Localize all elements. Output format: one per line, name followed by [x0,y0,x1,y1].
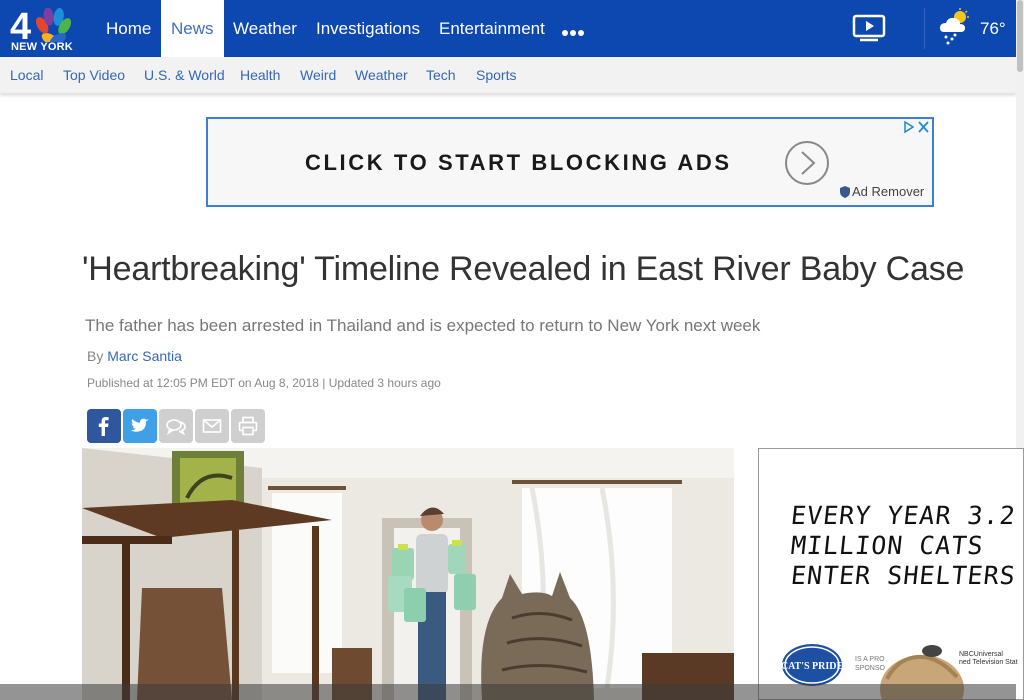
nav-divider [924,8,925,49]
nav-weather[interactable]: Weather [223,0,307,57]
ellipsis-icon[interactable] [562,23,586,36]
subnav-us-world[interactable]: U.S. & World [144,67,225,83]
share-email-button[interactable] [195,409,229,443]
weather-temp: 76° [980,19,1006,38]
side-ad[interactable]: EVERY YEAR 3.2 MILLION CATS ENTER SHELTE… [758,448,1024,700]
subnav-top-video[interactable]: Top Video [63,67,125,83]
subnav-health[interactable]: Health [240,67,280,83]
share-comments-button[interactable] [159,409,193,443]
shield-icon [840,186,850,198]
article-headline: 'Heartbreaking' Timeline Revealed in Eas… [82,250,965,288]
byline-prefix: By [87,348,104,364]
article-byline: By Marc Santia [87,348,182,364]
article-hero-image[interactable] [82,448,734,700]
published-timestamp: Published at 12:05 PM EDT on Aug 8, 2018… [87,376,441,390]
video-play-icon[interactable] [852,14,888,44]
article-subheadline: The father has been arrested in Thailand… [85,316,761,335]
nav-entertainment[interactable]: Entertainment [429,0,555,57]
nbcu-text: NBCUniversal ned Television Stat [959,651,1018,666]
share-facebook-button[interactable] [87,409,121,443]
facebook-icon [98,417,109,436]
author-link[interactable]: Marc Santia [107,348,182,364]
svg-text:CAT'S PRIDE: CAT'S PRIDE [781,661,843,672]
logo-text: NEW YORK [11,41,73,53]
nav-news[interactable]: News [161,0,224,57]
bottom-overlay-bar [0,684,1016,700]
top-nav: 4 NEW YORK Home News Weather Investigati… [0,0,1016,57]
subnav-weird[interactable]: Weird [300,67,336,83]
share-print-button[interactable] [231,409,265,443]
side-ad-line-2: MILLION CATS [789,531,986,560]
comments-icon [166,419,186,436]
side-ad-line-1: EVERY YEAR 3.2 [789,501,1018,530]
side-ad-line-3: ENTER SHELTERS [789,561,1018,590]
cats-pride-logo: CAT'S PRIDE [781,643,843,687]
nbc-new-york-logo[interactable]: 4 NEW YORK [0,0,92,57]
circle-arrow-right-icon[interactable] [784,140,830,186]
cloud-sun-snow-icon [940,8,969,45]
ad-banner-text: CLICK TO START BLOCKING ADS [305,150,732,175]
share-twitter-button[interactable] [123,409,157,443]
twitter-icon [130,418,149,432]
scrollbar-thumb[interactable] [1017,0,1023,72]
nav-investigations[interactable]: Investigations [306,0,430,57]
subnav-tech[interactable]: Tech [426,67,456,83]
adchoices-icon[interactable] [902,120,930,134]
svg-text:4: 4 [10,6,31,42]
subnav-sports[interactable]: Sports [476,67,516,83]
print-icon [238,416,258,436]
nav-home[interactable]: Home [96,0,161,57]
sub-nav: Local Top Video U.S. & World Health Weir… [0,57,1016,94]
subnav-local[interactable]: Local [10,67,43,83]
peacock-icon: 4 [10,6,72,42]
subnav-weather[interactable]: Weather [355,67,408,83]
ad-banner[interactable]: CLICK TO START BLOCKING ADS Ad Remover [206,117,934,207]
email-icon [202,419,222,433]
ad-remover-brand: Ad Remover [840,184,924,199]
weather-widget[interactable]: 76° [938,8,1010,50]
